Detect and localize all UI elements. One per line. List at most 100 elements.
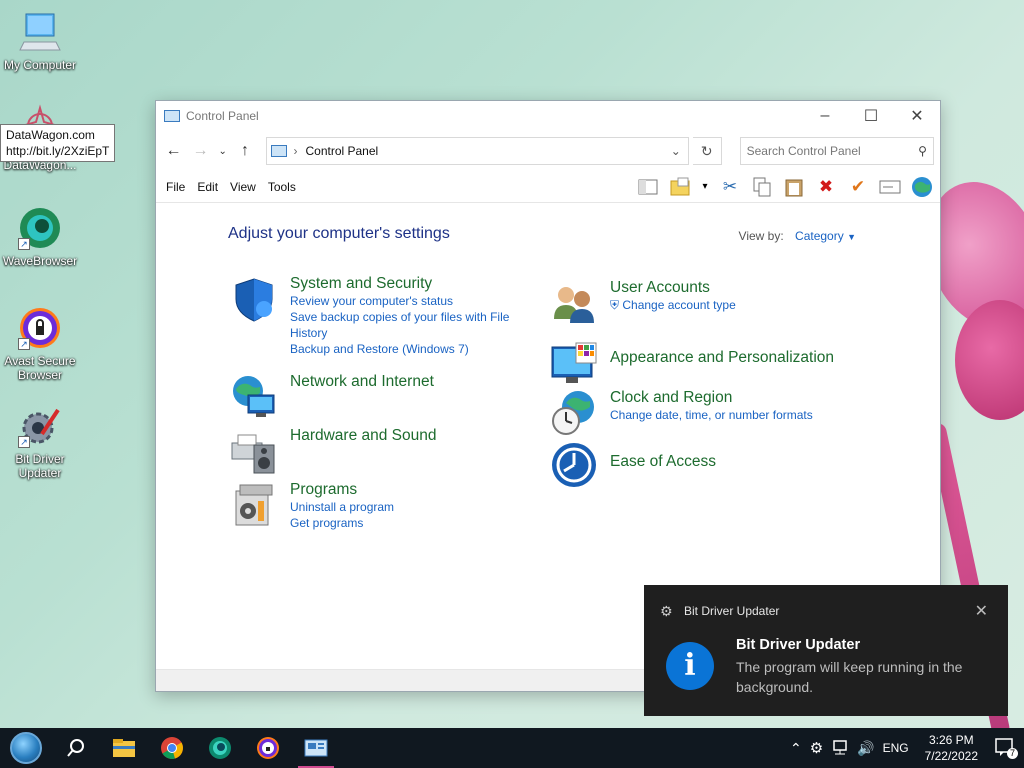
control-panel-icon — [304, 739, 328, 757]
shortcut-arrow-icon: ↗ — [18, 338, 30, 350]
language-indicator[interactable]: ENG — [883, 741, 909, 755]
category-hardware-sound: Hardware and Sound — [230, 427, 437, 475]
menu-tools[interactable]: Tools — [262, 180, 302, 194]
globe-icon[interactable] — [910, 175, 934, 199]
desktop-icon-label: My Computer — [3, 58, 77, 72]
chevron-right-icon: › — [293, 144, 298, 158]
chevron-down-icon[interactable]: ⌄ — [664, 144, 688, 158]
preview-pane-icon[interactable] — [636, 175, 660, 199]
taskbar: ⌃ ⚙ 🔊 ENG 3:26 PM 7/22/2022 7 — [0, 728, 1024, 768]
category-title[interactable]: Clock and Region — [610, 389, 813, 407]
recent-locations-button[interactable]: ⌄ — [216, 139, 229, 163]
category-title[interactable]: Programs — [290, 481, 394, 499]
link-change-account-type[interactable]: ⛨ Change account type — [610, 297, 736, 313]
desktop-icon-label: Bit Driver Updater — [15, 452, 65, 480]
category-clock-region: Clock and Region Change date, time, or n… — [550, 389, 813, 437]
monitor-palette-icon — [550, 341, 598, 389]
category-ease-of-access: Ease of Access — [550, 441, 716, 489]
ease-of-access-icon — [550, 441, 598, 489]
address-bar[interactable]: › Control Panel ⌄ — [266, 137, 689, 165]
category-title[interactable]: Appearance and Personalization — [610, 349, 834, 367]
minimize-button[interactable]: – — [802, 101, 848, 131]
category-title[interactable]: User Accounts — [610, 279, 736, 297]
desktop-icon-bit-driver-updater[interactable]: ↗ Bit Driver Updater — [0, 404, 80, 480]
control-panel-icon — [271, 145, 288, 157]
network-globe-icon — [230, 373, 278, 421]
search-input[interactable] — [746, 144, 919, 158]
chevron-up-icon[interactable]: ⌃ — [790, 740, 802, 757]
category-title[interactable]: Network and Internet — [290, 373, 434, 391]
up-button[interactable]: ↑ — [233, 139, 256, 163]
maximize-button[interactable]: ☐ — [848, 101, 894, 131]
info-icon: i — [666, 642, 714, 690]
search-button[interactable] — [52, 728, 100, 768]
search-box[interactable]: ⚲ — [739, 137, 934, 165]
volume-icon[interactable]: 🔊 — [857, 740, 874, 757]
cut-icon[interactable]: ✂ — [718, 175, 742, 199]
link-review-status[interactable]: Review your computer's status — [290, 293, 520, 309]
bit-driver-updater-icon: ↗ — [18, 404, 62, 448]
bit-driver-updater-icon: ⚙ — [660, 603, 673, 619]
delete-icon[interactable]: ✖ — [814, 175, 838, 199]
notification-toast[interactable]: ⚙ Bit Driver Updater ✕ i Bit Driver Upda… — [644, 585, 1008, 716]
control-panel-icon — [164, 110, 180, 122]
toast-close-button[interactable]: ✕ — [975, 601, 988, 621]
copy-icon[interactable] — [750, 175, 774, 199]
taskbar-file-explorer[interactable] — [100, 728, 148, 768]
link-uninstall-program[interactable]: Uninstall a program — [290, 499, 394, 515]
category-title[interactable]: System and Security — [290, 275, 520, 293]
search-icon: ⚲ — [918, 144, 927, 158]
chevron-down-icon[interactable]: ▾ — [700, 175, 710, 199]
back-button[interactable]: ← — [162, 139, 185, 163]
view-by-dropdown[interactable]: Category ▼ — [795, 229, 856, 243]
rename-icon[interactable] — [878, 175, 902, 199]
users-icon — [550, 279, 598, 327]
taskbar-edge[interactable] — [196, 728, 244, 768]
view-by-value: Category — [795, 229, 844, 243]
notification-center-button[interactable]: 7 — [994, 737, 1018, 759]
menu-edit[interactable]: Edit — [191, 180, 224, 194]
link-file-history[interactable]: Save backup copies of your files with Fi… — [290, 309, 520, 341]
menu-file[interactable]: File — [160, 180, 191, 194]
link-get-programs[interactable]: Get programs — [290, 515, 394, 531]
window-titlebar[interactable]: Control Panel – ☐ ✕ — [156, 101, 940, 131]
menu-bar: File Edit View Tools ▾ ✂ ✖ ✔ — [156, 171, 940, 203]
folder-properties-icon[interactable] — [668, 175, 692, 199]
category-system-security: System and Security Review your computer… — [230, 275, 520, 357]
clock-time: 3:26 PM — [928, 733, 974, 747]
category-network-internet: Network and Internet — [230, 373, 434, 421]
refresh-button[interactable]: ↻ — [692, 137, 722, 165]
view-by-label: View by: — [738, 229, 784, 243]
tooltip-line-1: DataWagon.com — [6, 128, 95, 142]
menu-view[interactable]: View — [224, 180, 262, 194]
paste-icon[interactable] — [782, 175, 806, 199]
clock-date: 7/22/2022 — [924, 749, 978, 763]
category-title[interactable]: Ease of Access — [610, 453, 716, 471]
link-change-date-time[interactable]: Change date, time, or number formats — [610, 407, 813, 423]
link-label: Change account type — [622, 298, 736, 312]
desktop-icon-wavebrowser[interactable]: ↗ WaveBrowser — [0, 206, 80, 268]
taskbar-avast-browser[interactable] — [244, 728, 292, 768]
category-user-accounts: User Accounts ⛨ Change account type — [550, 279, 736, 327]
desktop-icon-label: Avast Secure Browser — [4, 354, 76, 382]
view-by: View by: Category ▼ — [739, 229, 856, 243]
toast-app-name: Bit Driver Updater — [684, 604, 780, 618]
taskbar-control-panel[interactable] — [292, 728, 340, 768]
close-button[interactable]: ✕ — [894, 101, 940, 131]
link-backup-restore[interactable]: Backup and Restore (Windows 7) — [290, 341, 520, 357]
taskbar-chrome[interactable] — [148, 728, 196, 768]
bit-driver-updater-tray-icon[interactable]: ⚙ — [810, 739, 823, 757]
network-icon[interactable] — [831, 739, 849, 758]
forward-button[interactable]: → — [189, 139, 212, 163]
dropdown-arrow-icon: ▼ — [847, 232, 856, 242]
checkmark-icon[interactable]: ✔ — [846, 175, 870, 199]
desktop-icon-my-computer[interactable]: My Computer — [0, 10, 80, 72]
notification-count-badge: 7 — [1006, 748, 1018, 759]
desktop-icon-avast-browser[interactable]: ↗ Avast Secure Browser — [0, 306, 80, 382]
start-button[interactable] — [0, 728, 52, 768]
tooltip-line-2: http://bit.ly/2XziEpT — [6, 144, 110, 158]
clock[interactable]: 3:26 PM 7/22/2022 — [917, 732, 986, 764]
toast-header: ⚙ Bit Driver Updater — [660, 603, 779, 619]
category-title[interactable]: Hardware and Sound — [290, 427, 437, 445]
chrome-icon — [161, 737, 183, 759]
